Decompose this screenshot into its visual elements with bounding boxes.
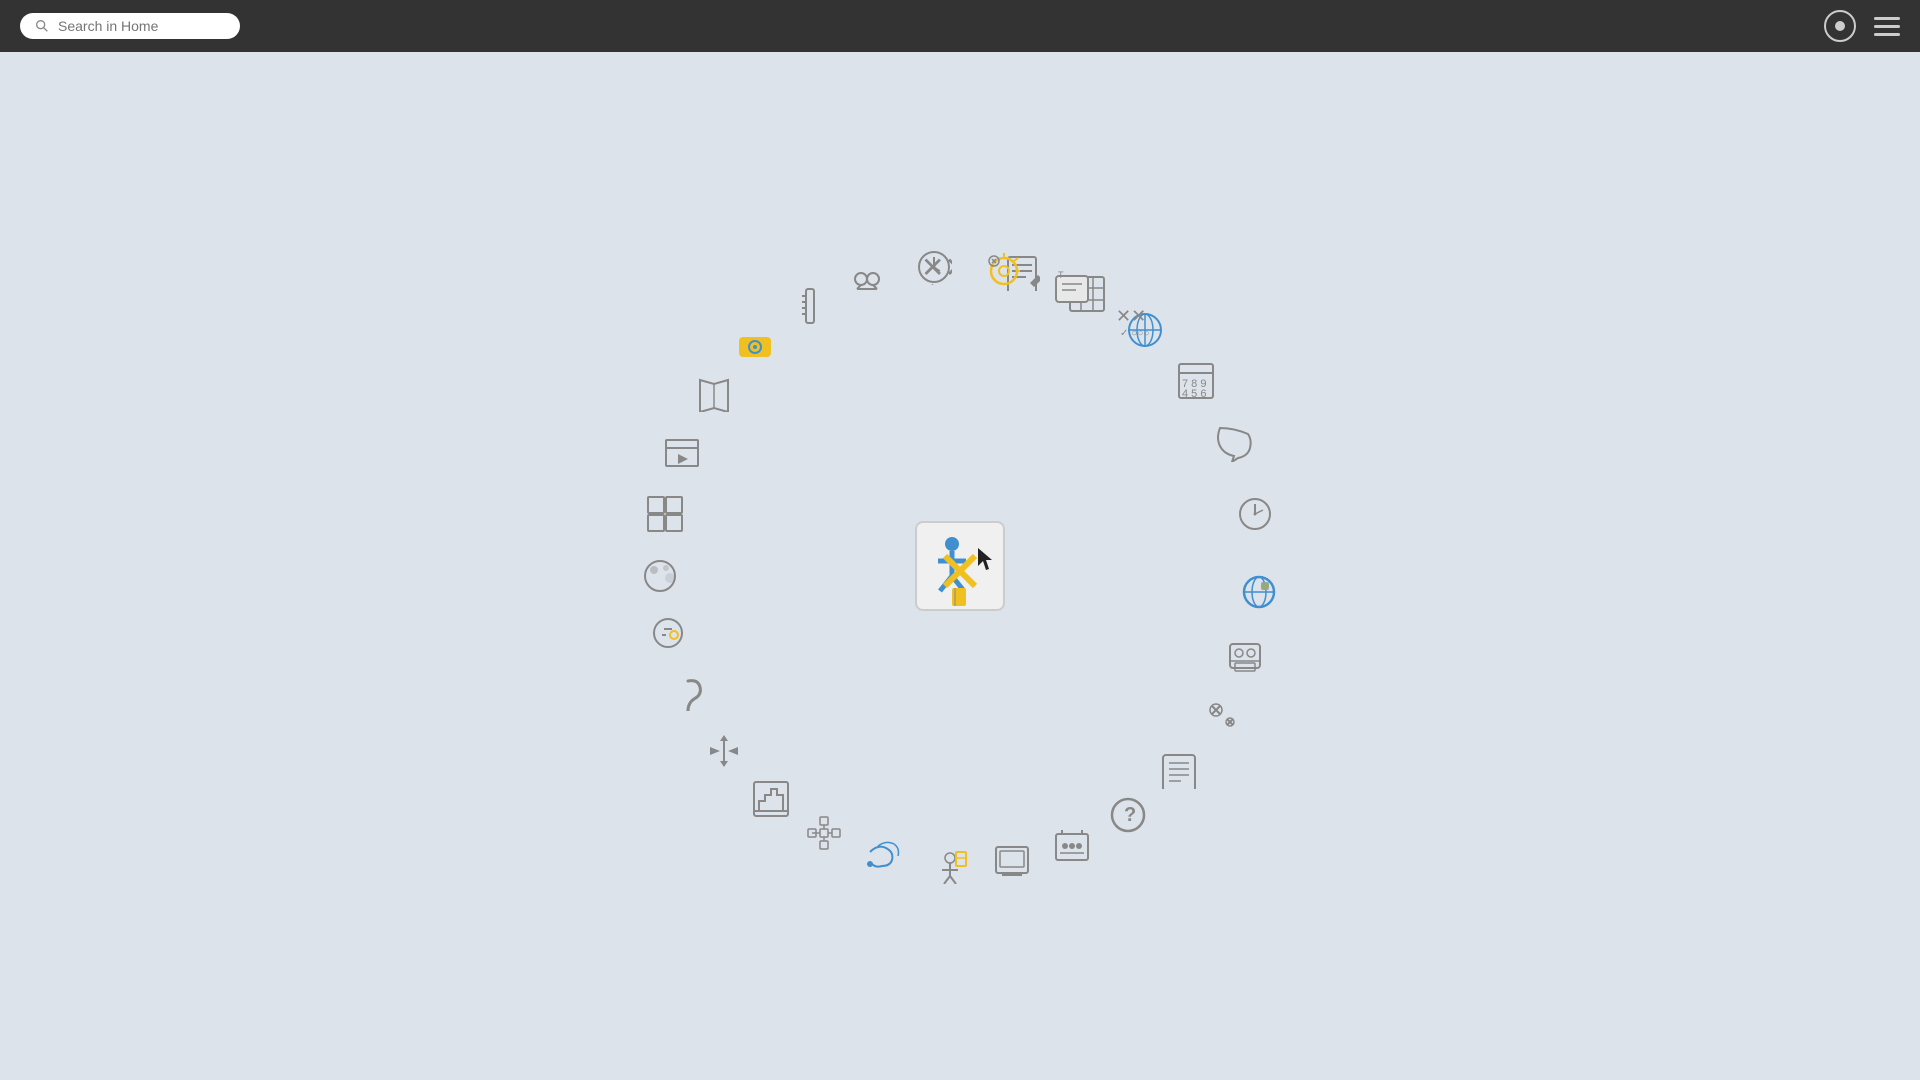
network-icon[interactable] xyxy=(800,809,848,857)
contacts-icon[interactable] xyxy=(1221,635,1269,683)
meeting-icon[interactable] xyxy=(1048,820,1096,868)
notebook-icon[interactable] xyxy=(1155,747,1203,795)
svg-text:4 5 6: 4 5 6 xyxy=(1182,388,1206,399)
gear-turtle-icon[interactable] xyxy=(978,245,1026,293)
topbar xyxy=(0,0,1920,52)
eye-icon[interactable] xyxy=(731,323,779,371)
svg-text:✕✕: ✕✕ xyxy=(1116,306,1146,326)
world-icon[interactable] xyxy=(1235,568,1283,616)
book-icon[interactable] xyxy=(690,370,738,418)
search-icon xyxy=(34,18,50,34)
menu-button[interactable] xyxy=(1874,17,1900,36)
help-icon[interactable]: ? xyxy=(1104,791,1152,839)
chat-icon[interactable] xyxy=(1210,420,1258,468)
cursor-ball-icon[interactable] xyxy=(644,609,692,657)
search-input[interactable] xyxy=(58,18,226,34)
svg-text:?: ? xyxy=(1124,804,1136,826)
topbar-right xyxy=(1824,10,1900,42)
circle-container: ✕✕ ✓ ○○○ 7 8 94 5 6? T ✕✕ ✓ ○○○ xyxy=(610,216,1310,916)
symbols-icon[interactable]: ✕✕ ✓ ○○○ xyxy=(1108,296,1156,344)
snake-icon[interactable] xyxy=(664,669,712,717)
picture-icon[interactable] xyxy=(988,837,1036,885)
hamburger-icon xyxy=(1874,17,1900,36)
calculator-icon[interactable]: 7 8 94 5 6 xyxy=(1172,357,1220,405)
record-button[interactable] xyxy=(1824,10,1856,42)
ruler-icon[interactable] xyxy=(786,282,834,330)
tiles-icon[interactable] xyxy=(641,490,689,538)
search-box[interactable] xyxy=(20,13,240,39)
eyes-icon[interactable] xyxy=(843,257,891,305)
text-box-icon[interactable]: T xyxy=(1048,264,1096,312)
clock-icon[interactable] xyxy=(1231,490,1279,538)
moon-icon[interactable] xyxy=(636,552,684,600)
music-icon[interactable] xyxy=(858,832,906,880)
person-flag-icon[interactable] xyxy=(926,842,974,890)
svg-text:T: T xyxy=(1058,270,1064,280)
balance-icon[interactable] xyxy=(700,727,748,775)
presentation-icon[interactable] xyxy=(658,430,706,478)
center-icon-svg xyxy=(920,526,1000,606)
record-icon xyxy=(1824,10,1856,42)
svg-text:✓ ○○○: ✓ ○○○ xyxy=(1120,328,1149,338)
center-app-icon[interactable] xyxy=(915,521,1005,611)
clock2-icon[interactable] xyxy=(910,243,958,291)
speech-cancel-icon[interactable] xyxy=(1196,692,1244,740)
main-content: ✕✕ ✓ ○○○ 7 8 94 5 6? T ✕✕ ✓ ○○○ xyxy=(0,52,1920,1080)
maze-icon[interactable] xyxy=(747,775,795,823)
